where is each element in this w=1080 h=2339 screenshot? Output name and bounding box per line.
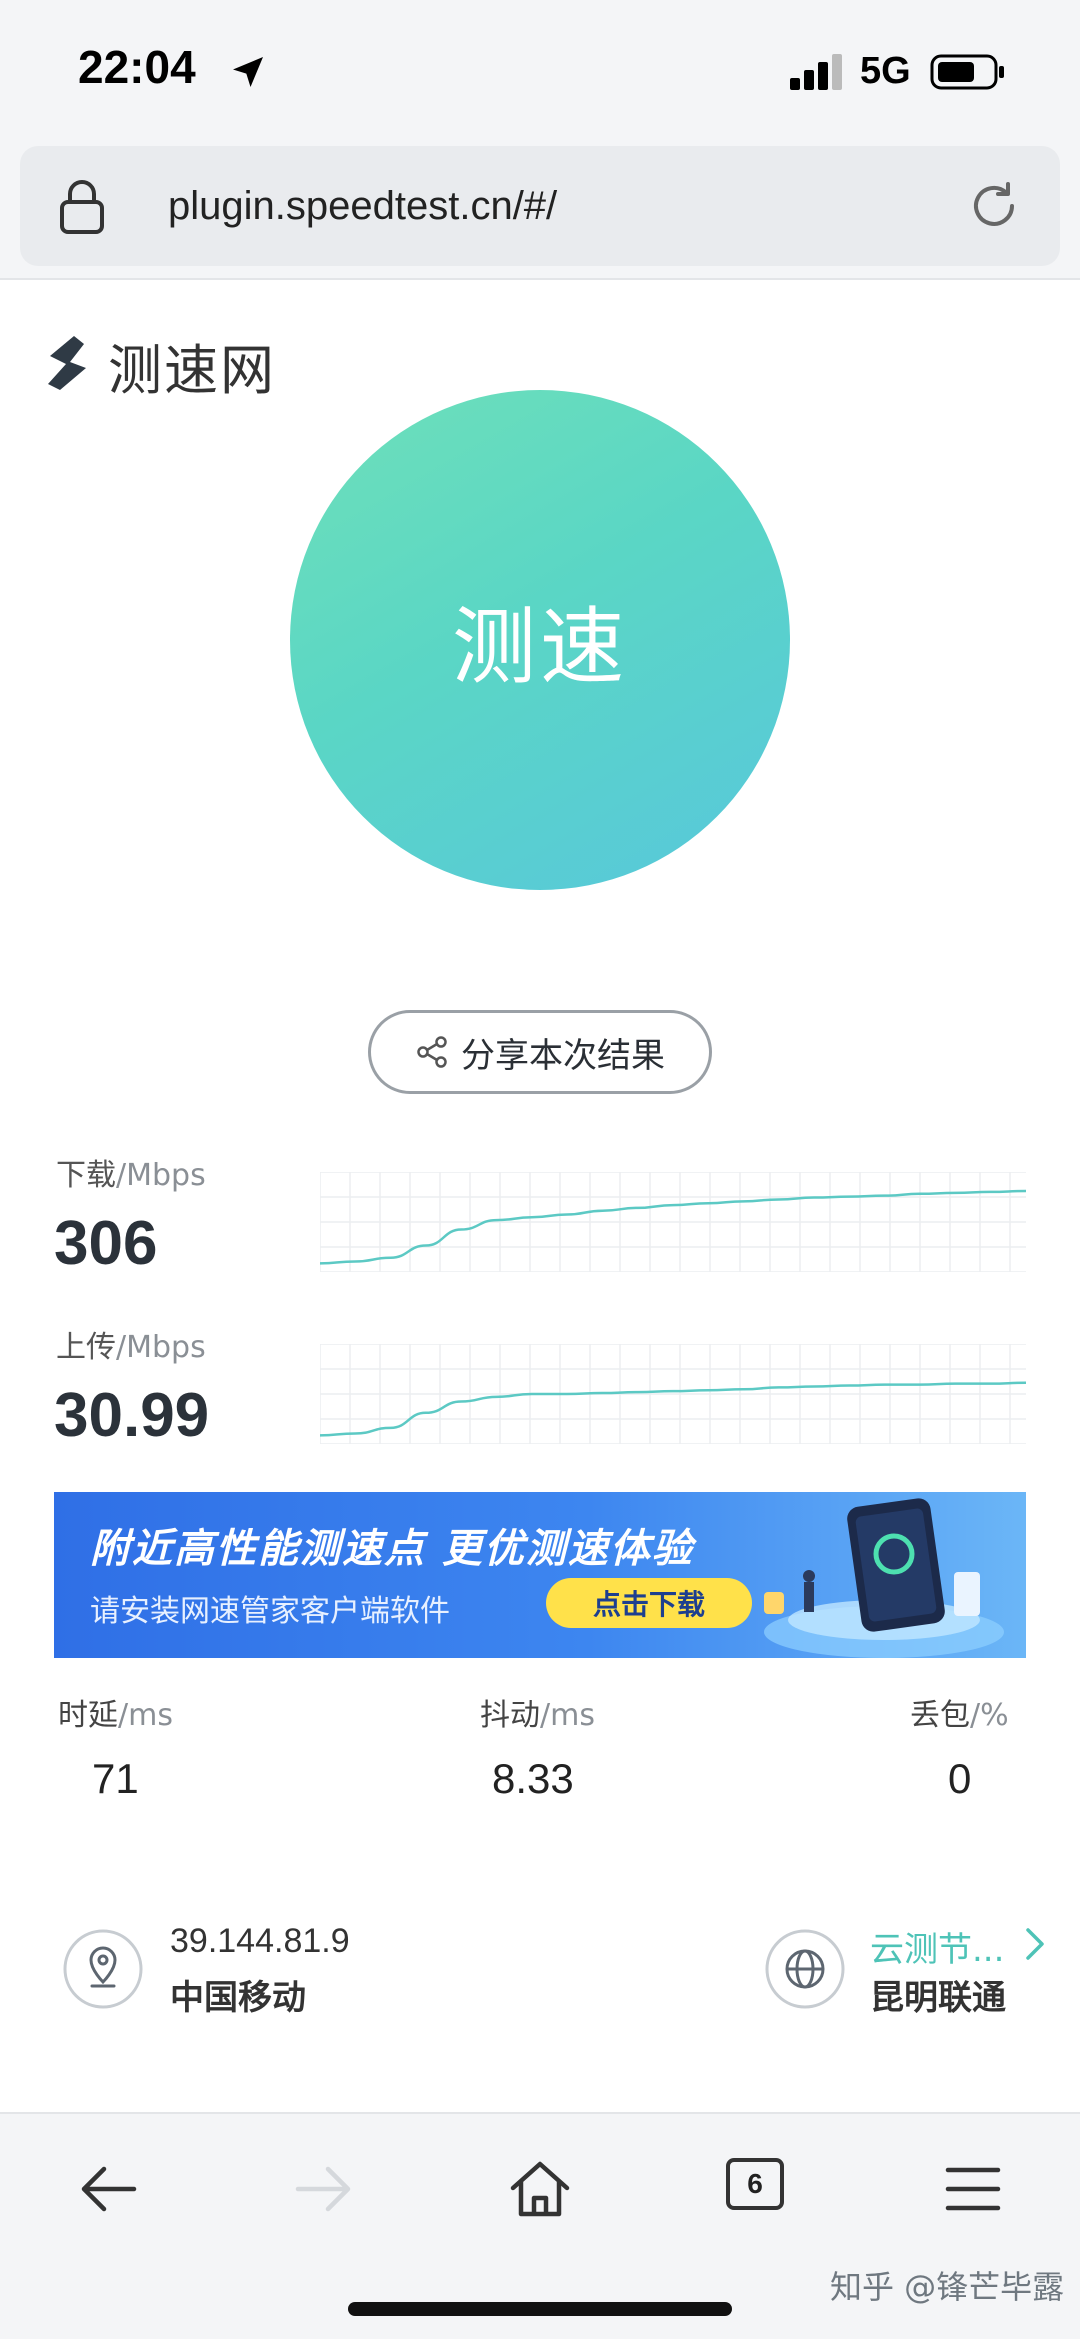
status-time: 22:04: [78, 41, 196, 93]
banner-title: 附近高性能测速点 更优测速体验: [90, 1526, 694, 1572]
start-test-button[interactable]: 测速: [290, 390, 790, 890]
download-value: 306: [54, 1209, 158, 1278]
network-type: 5G: [860, 50, 911, 92]
location-arrow-icon: [233, 57, 263, 87]
home-icon[interactable]: [505, 2154, 575, 2224]
upload-speed-chart: [320, 1344, 1026, 1444]
jitter-value: 8.33: [492, 1755, 574, 1802]
latency-unit: /ms: [118, 1698, 173, 1733]
status-bar: 22:04 5G: [0, 0, 1080, 140]
banner-phone-illustration: [764, 1498, 1004, 1658]
banner-download-button[interactable]: 点击下载: [546, 1578, 752, 1628]
latency-label-text: 时延: [58, 1698, 118, 1733]
home-indicator[interactable]: [348, 2302, 732, 2316]
share-label: 分享本次结果: [461, 1035, 665, 1076]
watermark: 知乎 @锋芒毕露: [830, 2268, 1065, 2306]
upload-unit: /Mbps: [116, 1330, 206, 1365]
share-result-button[interactable]: 分享本次结果: [368, 1010, 712, 1094]
site-name: 测速网: [108, 338, 276, 402]
reload-icon[interactable]: [966, 178, 1022, 234]
promo-banner[interactable]: 附近高性能测速点 更优测速体验 请安装网速管家客户端软件 点击下载: [54, 1492, 1026, 1658]
signal-icon: [790, 54, 842, 90]
upload-value: 30.99: [54, 1381, 210, 1450]
forward-arrow-icon[interactable]: [290, 2154, 360, 2224]
share-icon: [417, 1036, 447, 1068]
packet-loss-label: 丢包/%: [910, 1690, 1009, 1734]
site-logo[interactable]: 测速网: [40, 330, 276, 402]
banner-subtitle: 请安装网速管家客户端软件: [90, 1594, 450, 1629]
globe-icon[interactable]: [764, 1928, 846, 2010]
menu-icon[interactable]: [938, 2154, 1008, 2224]
download-label-text: 下载: [56, 1158, 116, 1193]
packet-loss-label-text: 丢包: [910, 1698, 970, 1733]
download-speed-chart: [320, 1172, 1026, 1272]
packet-loss-unit: /%: [970, 1698, 1009, 1733]
battery-icon: [930, 54, 1004, 90]
latency-label: 时延/ms: [58, 1690, 173, 1734]
server-isp: 昆明联通: [870, 1978, 1006, 2018]
jitter-unit: /ms: [540, 1698, 595, 1733]
jitter-label: 抖动/ms: [480, 1690, 595, 1734]
upload-label-text: 上传: [56, 1330, 116, 1365]
tabs-button[interactable]: 6: [726, 2158, 784, 2210]
client-isp: 中国移动: [170, 1978, 306, 2018]
latency-value: 71: [92, 1755, 139, 1802]
browser-address-area: plugin.speedtest.cn/#/: [0, 140, 1080, 280]
packet-loss-value: 0: [948, 1755, 972, 1802]
jitter-label-text: 抖动: [480, 1698, 540, 1733]
url-text[interactable]: plugin.speedtest.cn/#/: [168, 184, 557, 229]
server-node-link[interactable]: 云测节...: [870, 1922, 1004, 1971]
map-pin-icon: [63, 1929, 143, 2009]
download-unit: /Mbps: [116, 1158, 206, 1193]
client-ip: 39.144.81.9: [170, 1922, 350, 1960]
speedtest-logo-icon: [48, 336, 86, 390]
download-label: 下载/Mbps: [56, 1150, 206, 1194]
lock-icon: [60, 180, 104, 234]
chevron-right-icon[interactable]: [1024, 1926, 1046, 1962]
back-arrow-icon[interactable]: [72, 2154, 142, 2224]
address-bar[interactable]: plugin.speedtest.cn/#/: [20, 146, 1060, 266]
upload-label: 上传/Mbps: [56, 1322, 206, 1366]
